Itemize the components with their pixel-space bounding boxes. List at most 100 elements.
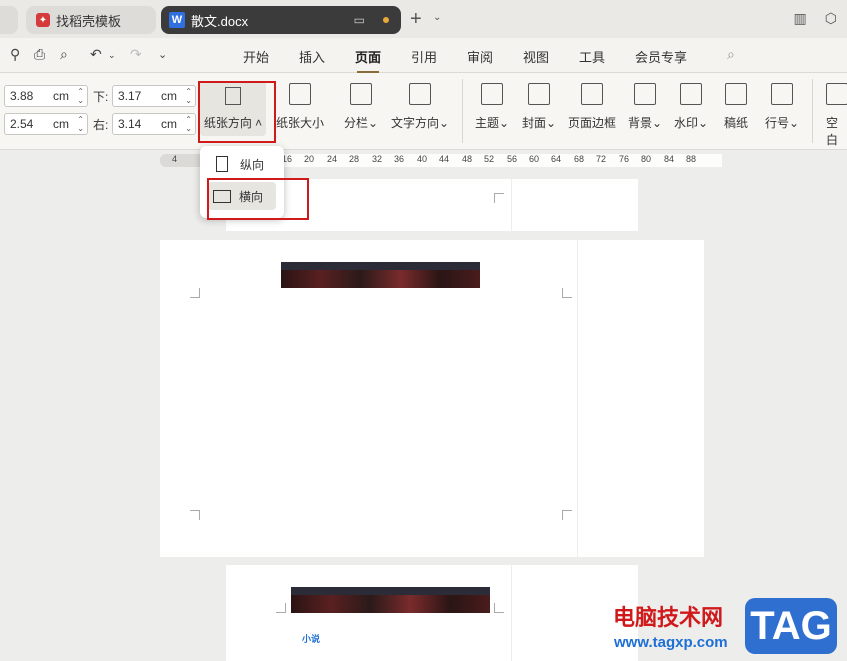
- ruler-tick: 60: [529, 154, 540, 164]
- document-page-3[interactable]: [226, 565, 511, 661]
- format-painter-icon[interactable]: ⚲: [10, 46, 20, 63]
- ruler-tick: 24: [327, 154, 338, 164]
- print-icon[interactable]: ⎙: [34, 46, 45, 63]
- ruler-tick: 72: [596, 154, 607, 164]
- cover-button[interactable]: 封面⌄: [522, 83, 556, 131]
- menu-bar: ⚲ ⎙ ⌕ ↶ ⌄ ↷ ⌄ 开始 插入 页面 引用 审阅 视图 工具 会员专享 …: [0, 38, 847, 73]
- monitor-icon[interactable]: ▭: [354, 13, 365, 27]
- split-view-icon[interactable]: ▥: [794, 10, 807, 27]
- margin-left-input[interactable]: 2.54 cm ⌃ ⌄: [4, 113, 88, 135]
- spin-arrows-icon[interactable]: ⌃ ⌄: [77, 87, 84, 105]
- menu-references[interactable]: 引用: [411, 47, 437, 66]
- margin-right-value: 3.14: [118, 117, 142, 131]
- blank-page-button[interactable]: 空白: [826, 83, 847, 148]
- tab-template-label: 找稻壳模板: [56, 13, 122, 29]
- menu-home[interactable]: 开始: [243, 47, 269, 66]
- watermark-icon: [680, 83, 703, 105]
- theme-button[interactable]: 主题⌄: [475, 83, 509, 131]
- text-direction-icon: [409, 83, 432, 105]
- portrait-label: 纵向: [240, 157, 265, 172]
- header-image: [281, 262, 480, 288]
- daoke-icon: ✦: [36, 13, 50, 27]
- more-chevron-icon[interactable]: ⌄: [158, 48, 167, 61]
- tab-bar: ✦ 找稻壳模板 W 散文.docx ▭ + ⌄ ▥ ⬡: [0, 0, 847, 38]
- tab-document-label: 散文.docx: [191, 13, 249, 29]
- ruler-tick: 48: [462, 154, 473, 164]
- line-number-button[interactable]: 行号⌄: [765, 83, 799, 131]
- ruler-tick: 28: [349, 154, 360, 164]
- margin-bottom-value: 3.17: [118, 89, 142, 103]
- highlight-landscape-item: [207, 178, 309, 220]
- menu-insert[interactable]: 插入: [299, 47, 325, 66]
- ruler-tick: 4: [172, 154, 178, 164]
- redo-icon[interactable]: ↷: [130, 46, 142, 63]
- spin-arrows-icon[interactable]: ⌃ ⌄: [185, 87, 192, 105]
- ruler-tick: 20: [304, 154, 315, 164]
- margin-unit: cm: [161, 117, 177, 131]
- tag-logo: TAG: [745, 598, 837, 654]
- new-tab-plus-icon[interactable]: +: [410, 8, 422, 31]
- ruler-tick: 44: [439, 154, 450, 164]
- margin-unit: cm: [53, 89, 69, 103]
- cube-icon[interactable]: ⬡: [825, 10, 837, 27]
- manuscript-icon: [725, 83, 747, 105]
- ruler-tick: 68: [574, 154, 585, 164]
- page-border-button[interactable]: 页面边框: [568, 83, 616, 131]
- unsaved-dot-icon: [383, 17, 389, 23]
- site-watermark-url: www.tagxp.com: [614, 634, 728, 651]
- ruler-tick: 64: [551, 154, 562, 164]
- undo-icon[interactable]: ↶: [90, 46, 102, 63]
- spin-arrows-icon[interactable]: ⌃ ⌄: [185, 115, 192, 133]
- margin-bottom-input[interactable]: 3.17 cm ⌃ ⌄: [112, 85, 196, 107]
- page-border-icon: [581, 83, 603, 105]
- menu-page[interactable]: 页面: [355, 47, 381, 73]
- margin-top-value: 3.88: [10, 89, 34, 103]
- menu-review[interactable]: 审阅: [467, 47, 493, 66]
- columns-button[interactable]: 分栏⌄: [344, 83, 378, 131]
- spin-arrows-icon[interactable]: ⌃ ⌄: [77, 115, 84, 133]
- tab-template[interactable]: ✦ 找稻壳模板: [26, 6, 156, 34]
- watermark-button[interactable]: 水印⌄: [674, 83, 708, 131]
- ruler-tick: 52: [484, 154, 495, 164]
- search-icon[interactable]: ⌕: [727, 46, 735, 63]
- background-button[interactable]: 背景⌄: [628, 83, 662, 131]
- chevron-down-icon[interactable]: ⌄: [433, 12, 441, 23]
- ribbon-page: 3.88 cm ⌃ ⌄ 下: 3.17 cm ⌃ ⌄ 2.54 cm ⌃ ⌄ 右: 3…: [0, 73, 847, 150]
- word-doc-icon: W: [169, 12, 185, 28]
- menu-view[interactable]: 视图: [523, 47, 549, 66]
- text-direction-button[interactable]: 文字方向⌄: [391, 83, 449, 131]
- tab-document[interactable]: W 散文.docx ▭: [161, 6, 401, 34]
- site-watermark-name: 电脑技术网: [613, 605, 724, 630]
- ruler-tick: 32: [372, 154, 383, 164]
- page-1-side-area: [512, 179, 638, 231]
- page-2-side-area: [578, 240, 704, 557]
- theme-icon: [481, 83, 504, 105]
- menu-membership[interactable]: 会员专享: [635, 47, 687, 66]
- margin-left-value: 2.54: [10, 117, 34, 131]
- paper-size-button[interactable]: 纸张大小: [276, 83, 324, 131]
- margin-right-input[interactable]: 3.14 cm ⌃ ⌄: [112, 113, 196, 135]
- ruler-tick: 84: [664, 154, 675, 164]
- columns-icon: [350, 83, 373, 105]
- blank-page-icon: [826, 83, 847, 105]
- margin-right-label: 右:: [93, 118, 109, 132]
- ruler-tick: 56: [507, 154, 518, 164]
- manuscript-button[interactable]: 稿纸: [724, 83, 748, 131]
- tab-previous[interactable]: [0, 6, 18, 34]
- background-icon: [634, 83, 657, 105]
- print-preview-icon[interactable]: ⌕: [60, 46, 68, 63]
- document-page-2[interactable]: [160, 240, 577, 557]
- ruler-tick: 40: [417, 154, 428, 164]
- undo-dropdown-icon[interactable]: ⌄: [108, 50, 116, 61]
- page-3-title: 小说: [302, 634, 321, 644]
- highlight-orientation-button: [198, 81, 276, 143]
- paper-size-icon: [289, 83, 311, 105]
- portrait-page-icon: [216, 156, 228, 172]
- ruler-tick: 36: [394, 154, 405, 164]
- margin-top-input[interactable]: 3.88 cm ⌃ ⌄: [4, 85, 88, 107]
- line-number-icon: [771, 83, 794, 105]
- ruler-tick: 80: [641, 154, 652, 164]
- margin-unit: cm: [161, 89, 177, 103]
- menu-tools[interactable]: 工具: [579, 47, 605, 66]
- orientation-portrait-item[interactable]: 纵向: [208, 150, 276, 178]
